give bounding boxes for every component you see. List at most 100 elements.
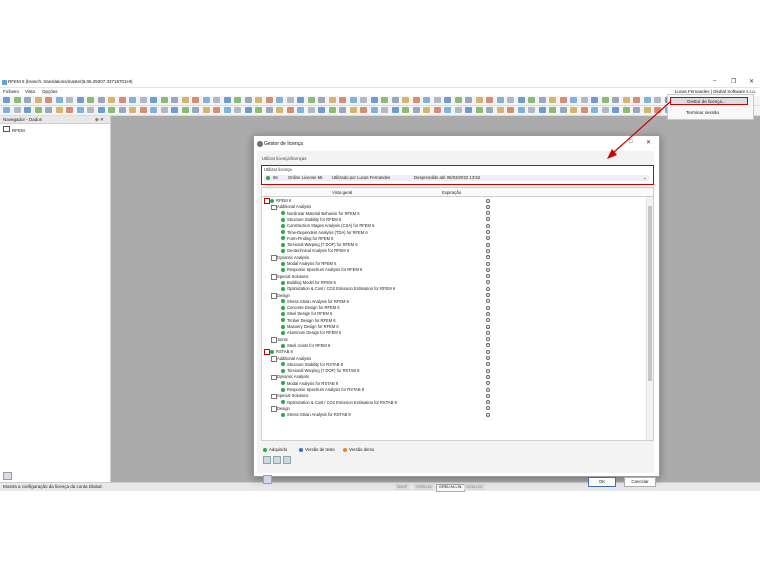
toolbar-icon[interactable] [318, 107, 325, 113]
toolbar-icon[interactable] [559, 107, 567, 113]
details-search-icon[interactable] [486, 330, 490, 335]
details-search-icon[interactable] [486, 318, 490, 323]
toolbar-icon[interactable] [108, 107, 115, 113]
dialog-maximize-button[interactable]: □ [629, 139, 633, 145]
details-search-icon[interactable] [486, 324, 490, 329]
details-search-icon[interactable] [486, 299, 490, 304]
toolbar-icon[interactable] [328, 107, 336, 113]
toolbar-icon[interactable] [507, 97, 514, 103]
toolbar-icon[interactable] [181, 97, 189, 103]
toolbar-icon[interactable] [622, 107, 630, 113]
toolbar-icon[interactable] [223, 97, 231, 103]
details-search-icon[interactable] [486, 305, 490, 310]
details-search-icon[interactable] [486, 267, 490, 272]
details-search-icon[interactable] [486, 293, 490, 297]
toolbar-icon[interactable] [444, 107, 451, 113]
tree-row[interactable]: Stress-Strain Analysis for RSTAB 9 [262, 412, 642, 417]
toolbar-icon[interactable] [570, 97, 577, 103]
product-checkbox[interactable] [264, 349, 270, 355]
expand-toggle-icon[interactable] [271, 274, 277, 280]
toolbar-icon[interactable] [202, 97, 210, 103]
details-search-icon[interactable] [486, 374, 490, 379]
toolbar-icon[interactable] [412, 107, 420, 113]
toolbar-icon[interactable] [307, 107, 315, 113]
tree-row[interactable]: Masonry Design for RFEM 6 [262, 324, 642, 329]
toolbar-icon[interactable] [381, 107, 388, 113]
menu-file[interactable]: Ficheiro [3, 89, 19, 94]
toolbar-icon[interactable] [97, 97, 105, 103]
toolbar-icon[interactable] [286, 97, 294, 103]
toolbar-icon[interactable] [276, 97, 283, 103]
details-search-icon[interactable] [486, 349, 490, 354]
toolbar-icon[interactable] [475, 97, 483, 103]
search-icon[interactable] [263, 475, 272, 484]
details-search-icon[interactable] [486, 248, 490, 253]
toolbar-icon[interactable] [118, 107, 126, 113]
tree-row[interactable]: Geotechnical Analysis for RFEM 6 [262, 248, 642, 253]
details-search-icon[interactable] [486, 311, 490, 316]
toolbar-icon[interactable] [486, 107, 493, 113]
toolbar-icon[interactable] [97, 107, 105, 113]
toolbar-icon[interactable] [129, 97, 136, 103]
tree-row[interactable]: Response Spectrum Analysis for RFEM 6 [262, 267, 642, 272]
toolbar-icon[interactable] [633, 97, 640, 103]
details-search-icon[interactable] [486, 356, 490, 360]
tree-row[interactable]: Nonlinear Material Behavior for RFEM 6 [262, 211, 642, 216]
toolbar-icon[interactable] [454, 97, 462, 103]
tree-row[interactable]: Construction Stages Analysis (CSA) for R… [262, 223, 642, 228]
toolbar-icon[interactable] [475, 107, 483, 113]
toolbar-icon[interactable] [55, 107, 63, 113]
toolbar-icon[interactable] [213, 107, 220, 113]
details-search-icon[interactable] [486, 362, 490, 367]
toolbar-icon[interactable] [612, 97, 619, 103]
details-search-icon[interactable] [486, 230, 490, 234]
toolbar-icon[interactable] [76, 97, 84, 103]
toolbar-icon[interactable] [87, 97, 94, 103]
tree-row[interactable]: Structure Stability for RFEM 6 [262, 217, 642, 222]
toolbar-icon[interactable] [234, 107, 241, 113]
tree-scrollbar[interactable] [646, 197, 653, 440]
toolbar-icon[interactable] [171, 107, 178, 113]
expand-toggle-icon[interactable] [271, 393, 277, 400]
toolbar-icon[interactable] [391, 107, 399, 113]
tree-row[interactable]: Aluminum Design for RFEM 6 [262, 330, 642, 335]
toolbar-icon[interactable] [108, 97, 115, 103]
details-search-icon[interactable] [486, 381, 490, 386]
details-search-icon[interactable] [486, 286, 490, 291]
navigator-footer-icon[interactable] [3, 472, 12, 480]
toolbar-icon[interactable] [423, 107, 430, 113]
menu-options[interactable]: Opções [42, 89, 58, 94]
toolbar-icon[interactable] [45, 97, 52, 103]
tree-row[interactable]: Special Solutions [262, 393, 642, 400]
toolbar-icon[interactable] [13, 107, 21, 113]
details-search-icon[interactable] [486, 211, 490, 216]
toolbar-icon[interactable] [370, 107, 378, 113]
toolbar-icon[interactable] [139, 97, 147, 103]
toolbar-icon[interactable] [591, 107, 598, 113]
expand-all-icon[interactable] [263, 456, 271, 464]
details-search-icon[interactable] [486, 368, 490, 373]
tree-row[interactable]: Time-Dependent Analysis (TDA) for RFEM 6 [262, 230, 642, 235]
toolbar-icon[interactable] [654, 107, 661, 113]
toolbar-icon[interactable] [538, 107, 546, 113]
toolbar-icon[interactable] [150, 107, 157, 113]
toolbar-icon[interactable] [160, 97, 168, 103]
toolbar-icon[interactable] [517, 107, 525, 113]
ok-button[interactable]: OK [588, 477, 616, 487]
toolbar-icon[interactable] [24, 97, 31, 103]
details-search-icon[interactable] [486, 217, 490, 222]
toolbar-icon[interactable] [370, 97, 378, 103]
tree-row[interactable]: Timber Design for RFEM 6 [262, 318, 642, 323]
toolbar-icon[interactable] [297, 107, 304, 113]
toolbar-icon[interactable] [213, 97, 220, 103]
expand-toggle-icon[interactable] [271, 406, 277, 412]
toolbar-icon[interactable] [244, 107, 252, 113]
tree-row[interactable]: Form-Finding for RFEM 6 [262, 236, 642, 241]
toolbar-icon[interactable] [349, 97, 357, 103]
toolbar-icon[interactable] [412, 97, 420, 103]
details-search-icon[interactable] [486, 198, 490, 203]
details-search-icon[interactable] [486, 343, 490, 348]
license-manager-menu-item[interactable]: Gestor de licença... [670, 97, 748, 105]
toolbar-icon[interactable] [24, 107, 31, 113]
details-search-icon[interactable] [486, 255, 490, 260]
